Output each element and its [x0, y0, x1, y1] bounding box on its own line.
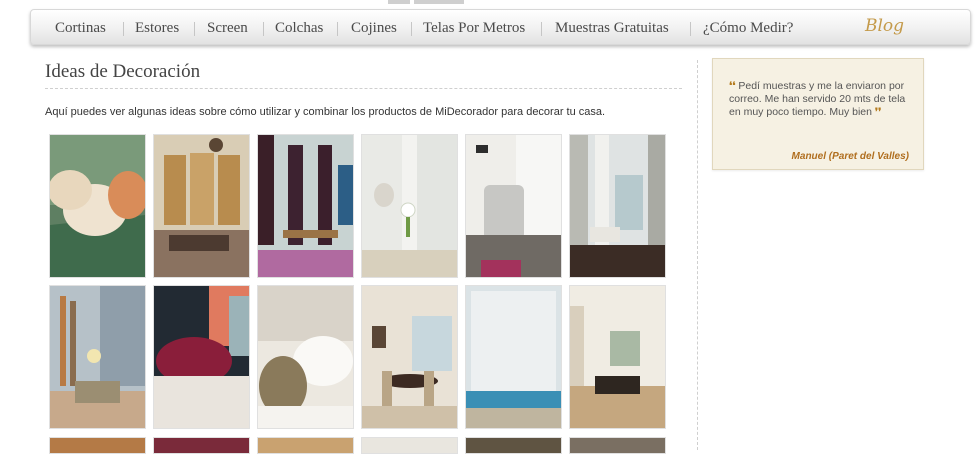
gallery-thumb[interactable]	[153, 437, 250, 454]
grey-curtains-dark-floor-photo	[570, 135, 665, 277]
nav-separator	[123, 22, 124, 36]
top-tab-stub	[388, 0, 468, 4]
gallery-thumb[interactable]	[569, 437, 666, 454]
gallery-thumb[interactable]	[569, 134, 666, 278]
nav-separator	[194, 22, 195, 36]
bay-window-living-room-photo	[154, 135, 249, 277]
nav-separator	[411, 22, 412, 36]
gallery-thumb[interactable]	[153, 134, 250, 278]
gallery-thumb[interactable]	[465, 285, 562, 429]
patterned-curtains-living-room-photo	[570, 286, 665, 428]
testimonial-box: ❛❛ Pedí muestras y me la enviaron por co…	[712, 58, 924, 170]
nav-item-muestras-gratuitas[interactable]: Muestras Gratuitas	[555, 20, 669, 37]
armchair-window-photo	[466, 135, 561, 277]
nav-item-cortinas[interactable]: Cortinas	[55, 20, 106, 37]
gallery-thumb[interactable]	[49, 285, 146, 429]
page-title: Ideas de Decoración	[45, 61, 201, 82]
testimonial-author: Manuel (Paret del Valles)	[791, 151, 909, 162]
nav-item-estores[interactable]: Estores	[135, 20, 179, 37]
nav-separator	[541, 22, 542, 36]
white-cushions-bed-photo	[258, 286, 353, 428]
gallery-thumb[interactable]	[257, 134, 354, 278]
intro-text: Aquí puedes ver algunas ideas sobre cómo…	[45, 106, 606, 118]
green-sofa-photo	[50, 135, 145, 277]
close-quote-icon: ❜❜	[874, 107, 882, 118]
dark-curtains-desk-photo	[258, 135, 353, 277]
testimonial-text-block: ❛❛ Pedí muestras y me la enviaron por co…	[729, 80, 915, 119]
nav-item-telas-por-metros[interactable]: Telas Por Metros	[423, 20, 525, 37]
nav-separator	[337, 22, 338, 36]
gallery-thumb[interactable]	[361, 134, 458, 278]
dining-room-photo	[362, 286, 457, 428]
gallery-thumb[interactable]	[49, 437, 146, 454]
gallery-thumb[interactable]	[257, 285, 354, 429]
nav-item-cojines[interactable]: Cojines	[351, 20, 397, 37]
column-divider	[697, 60, 698, 450]
gallery-thumb[interactable]	[569, 285, 666, 429]
main-navigation: Cortinas Estores Screen Colchas Cojines …	[30, 9, 971, 45]
white-curtains-lamp-photo	[362, 135, 457, 277]
gallery-thumb[interactable]	[361, 437, 458, 454]
gallery-thumb[interactable]	[153, 285, 250, 429]
nav-item-como-medir[interactable]: ¿Cómo Medir?	[703, 20, 793, 37]
title-divider	[45, 88, 682, 89]
gallery-thumb[interactable]	[49, 134, 146, 278]
gallery-thumb[interactable]	[361, 285, 458, 429]
nav-item-screen[interactable]: Screen	[207, 20, 248, 37]
gallery-thumb[interactable]	[465, 134, 562, 278]
blog-logo-link[interactable]: Blog	[865, 16, 904, 36]
nav-separator	[690, 22, 691, 36]
white-roller-blinds-photo	[466, 286, 561, 428]
gallery-thumb[interactable]	[465, 437, 562, 454]
burgundy-cushions-photo	[154, 286, 249, 428]
nav-item-colchas[interactable]: Colchas	[275, 20, 323, 37]
open-quote-icon: ❛❛	[729, 81, 736, 92]
grey-blinds-room-photo	[50, 286, 145, 428]
nav-separator	[263, 22, 264, 36]
gallery-thumb[interactable]	[257, 437, 354, 454]
